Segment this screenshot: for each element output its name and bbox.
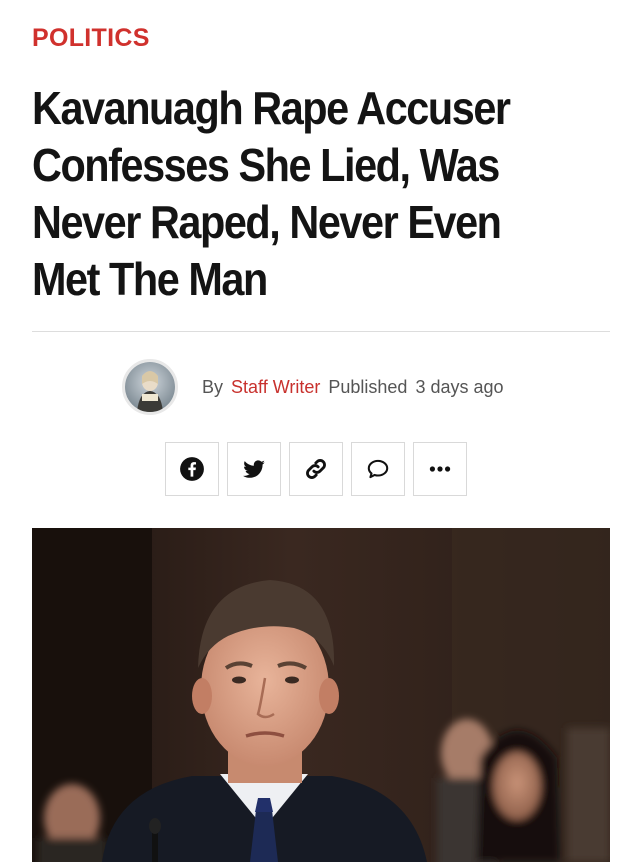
share-twitter-button[interactable] [227, 442, 281, 496]
author-avatar[interactable] [122, 359, 178, 415]
copy-link-button[interactable] [289, 442, 343, 496]
hero-image[interactable] [32, 528, 610, 862]
link-icon [306, 459, 326, 479]
comment-icon [367, 459, 389, 479]
facebook-icon [180, 457, 204, 481]
article-page: POLITICS Kavanuagh Rape Accuser Confesse… [0, 0, 640, 862]
more-icon [429, 466, 451, 472]
article-headline: Kavanuagh Rape Accuser Confesses She Lie… [32, 82, 511, 305]
author-link[interactable]: Staff Writer [231, 377, 320, 398]
share-bar [165, 442, 467, 496]
published-time: 3 days ago [415, 376, 504, 397]
published-label: Published [328, 376, 408, 397]
twitter-icon [243, 460, 265, 478]
more-options-button[interactable] [413, 442, 467, 496]
divider [32, 331, 610, 332]
category-label[interactable]: POLITICS [32, 24, 150, 53]
byline: By Staff Writer Published 3 days ago [122, 356, 504, 418]
share-facebook-button[interactable] [165, 442, 219, 496]
comment-button[interactable] [351, 442, 405, 496]
byline-by: By [202, 376, 224, 397]
